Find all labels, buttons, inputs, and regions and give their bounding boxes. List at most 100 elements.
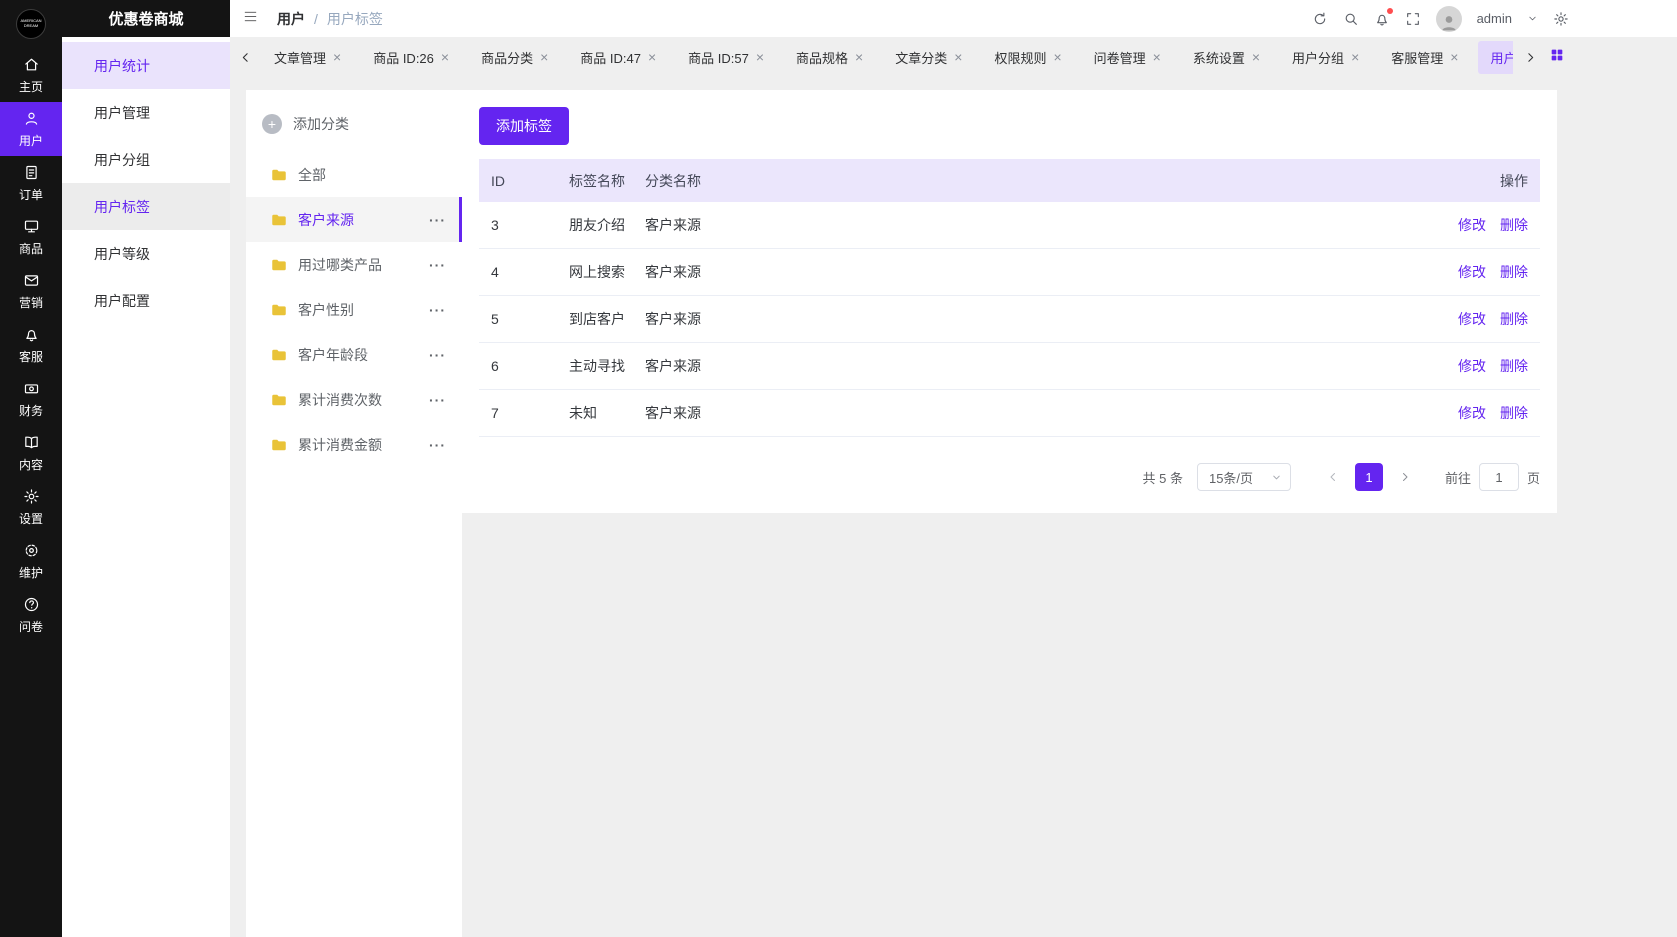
rail-item[interactable]: 营销 <box>0 264 62 318</box>
chevron-down-icon <box>1271 472 1282 483</box>
breadcrumb-section[interactable]: 用户 <box>277 9 305 29</box>
prev-page-button[interactable] <box>1319 463 1347 491</box>
sidebar-item-label: 用户统计 <box>94 56 150 76</box>
next-page-button[interactable] <box>1391 463 1419 491</box>
more-options-icon[interactable]: ··· <box>421 392 446 408</box>
gear-icon[interactable] <box>1553 11 1569 27</box>
tab-close-icon[interactable]: × <box>441 50 449 64</box>
tab-close-icon[interactable]: × <box>648 50 656 64</box>
rail-item[interactable]: 主页 <box>0 48 62 102</box>
edit-link[interactable]: 修改 <box>1458 309 1486 329</box>
sidebar-item[interactable]: 用户配置 <box>62 277 230 324</box>
rail-item-label: 客服 <box>19 348 43 365</box>
edit-link[interactable]: 修改 <box>1458 262 1486 282</box>
avatar[interactable] <box>1436 6 1462 32</box>
sidebar-item[interactable]: 用户统计 <box>62 42 230 89</box>
edit-link[interactable]: 修改 <box>1458 403 1486 423</box>
delete-link[interactable]: 删除 <box>1500 262 1528 282</box>
tabs-scroll-left-icon[interactable] <box>234 51 256 64</box>
fullscreen-icon[interactable] <box>1405 11 1421 27</box>
more-options-icon[interactable]: ··· <box>421 437 446 453</box>
tab[interactable]: 用户分组 × <box>1280 41 1371 74</box>
tree-category-item[interactable]: 客户年龄段 ··· <box>246 332 462 377</box>
app-logo[interactable]: AMERICAN DREAM <box>0 0 62 48</box>
more-options-icon[interactable]: ··· <box>421 257 446 273</box>
notifications-bell-icon[interactable] <box>1374 11 1390 27</box>
rail-item[interactable]: 内容 <box>0 426 62 480</box>
folder-icon <box>270 391 288 409</box>
edit-link[interactable]: 修改 <box>1458 356 1486 376</box>
order-icon <box>23 164 40 181</box>
collapse-menu-icon[interactable] <box>242 8 259 30</box>
more-options-icon[interactable]: ··· <box>421 212 446 228</box>
rail-item[interactable]: 财务 <box>0 372 62 426</box>
tabs-scroll-right-icon[interactable] <box>1519 51 1541 64</box>
sidebar-item[interactable]: 用户分组 <box>62 136 230 183</box>
rail-item[interactable]: 用户 <box>0 102 62 156</box>
rail-item[interactable]: 商品 <box>0 210 62 264</box>
more-options-icon[interactable]: ··· <box>421 347 446 363</box>
tab[interactable]: 商品分类 × <box>469 41 560 74</box>
rail-item[interactable]: 客服 <box>0 318 62 372</box>
tabs-grid-icon[interactable] <box>1549 47 1565 68</box>
tab[interactable]: 问卷管理 × <box>1082 41 1173 74</box>
tab-bar: 文章管理 × 商品 ID:26 × 商品分类 × 商品 ID:47 × 商品 I… <box>230 37 1677 77</box>
tab[interactable]: 权限规则 × <box>982 41 1073 74</box>
tab-close-icon[interactable]: × <box>954 50 962 64</box>
delete-link[interactable]: 删除 <box>1500 356 1528 376</box>
tab[interactable]: 商品 ID:26 × <box>361 41 461 74</box>
finance-icon <box>23 380 40 397</box>
delete-link[interactable]: 删除 <box>1500 215 1528 235</box>
delete-link[interactable]: 删除 <box>1500 403 1528 423</box>
tab-close-icon[interactable]: × <box>855 50 863 64</box>
tab[interactable]: 文章分类 × <box>883 41 974 74</box>
tab-close-icon[interactable]: × <box>1351 50 1359 64</box>
tab-close-icon[interactable]: × <box>333 50 341 64</box>
tab-close-icon[interactable]: × <box>540 50 548 64</box>
logo-circle: AMERICAN DREAM <box>16 9 46 39</box>
tree-category-item[interactable]: 累计消费金额 ··· <box>246 422 462 467</box>
tab[interactable]: 文章管理 × <box>262 41 353 74</box>
rail-item[interactable]: 设置 <box>0 480 62 534</box>
tree-item-label: 全部 <box>298 165 446 185</box>
edit-link[interactable]: 修改 <box>1458 215 1486 235</box>
rail-item[interactable]: 维护 <box>0 534 62 588</box>
sidebar-item[interactable]: 用户管理 <box>62 89 230 136</box>
tab[interactable]: 用户标签 × <box>1478 41 1513 74</box>
tab-close-icon[interactable]: × <box>1153 50 1161 64</box>
search-icon[interactable] <box>1343 11 1359 27</box>
chevron-down-icon[interactable] <box>1527 13 1538 24</box>
tab[interactable]: 商品 ID:47 × <box>568 41 668 74</box>
pagination: 共 5 条 15条/页 1 前往 页 <box>479 463 1540 491</box>
rail-item[interactable]: 问卷 <box>0 588 62 642</box>
delete-link[interactable]: 删除 <box>1500 309 1528 329</box>
tab[interactable]: 商品 ID:57 × <box>676 41 776 74</box>
sidebar-item[interactable]: 用户标签 <box>62 183 230 230</box>
cell-tag-name: 到店客户 <box>569 309 645 329</box>
tab-close-icon[interactable]: × <box>1450 50 1458 64</box>
tab-label: 商品 ID:57 <box>688 48 749 67</box>
tab-close-icon[interactable]: × <box>1053 50 1061 64</box>
tab-close-icon[interactable]: × <box>756 50 764 64</box>
sidebar-item[interactable]: 用户等级 <box>62 230 230 277</box>
goto-page-input[interactable] <box>1479 463 1519 491</box>
sidebar-item-label: 用户管理 <box>94 103 150 123</box>
tab[interactable]: 系统设置 × <box>1181 41 1272 74</box>
page-size-select[interactable]: 15条/页 <box>1197 463 1291 491</box>
add-category-button[interactable]: + 添加分类 <box>246 104 462 144</box>
refresh-icon[interactable] <box>1312 11 1328 27</box>
username[interactable]: admin <box>1477 11 1512 26</box>
tab-close-icon[interactable]: × <box>1252 50 1260 64</box>
tree-category-item[interactable]: 客户来源 ··· <box>246 197 462 242</box>
tree-item-all[interactable]: 全部 <box>246 152 462 197</box>
tab[interactable]: 商品规格 × <box>784 41 875 74</box>
tree-category-item[interactable]: 客户性别 ··· <box>246 287 462 332</box>
page-number-button[interactable]: 1 <box>1355 463 1383 491</box>
tab[interactable]: 客服管理 × <box>1379 41 1470 74</box>
rail-item[interactable]: 订单 <box>0 156 62 210</box>
tree-category-item[interactable]: 用过哪类产品 ··· <box>246 242 462 287</box>
header-actions: admin <box>1312 6 1569 32</box>
more-options-icon[interactable]: ··· <box>421 302 446 318</box>
add-tag-button[interactable]: 添加标签 <box>479 107 569 145</box>
tree-category-item[interactable]: 累计消费次数 ··· <box>246 377 462 422</box>
